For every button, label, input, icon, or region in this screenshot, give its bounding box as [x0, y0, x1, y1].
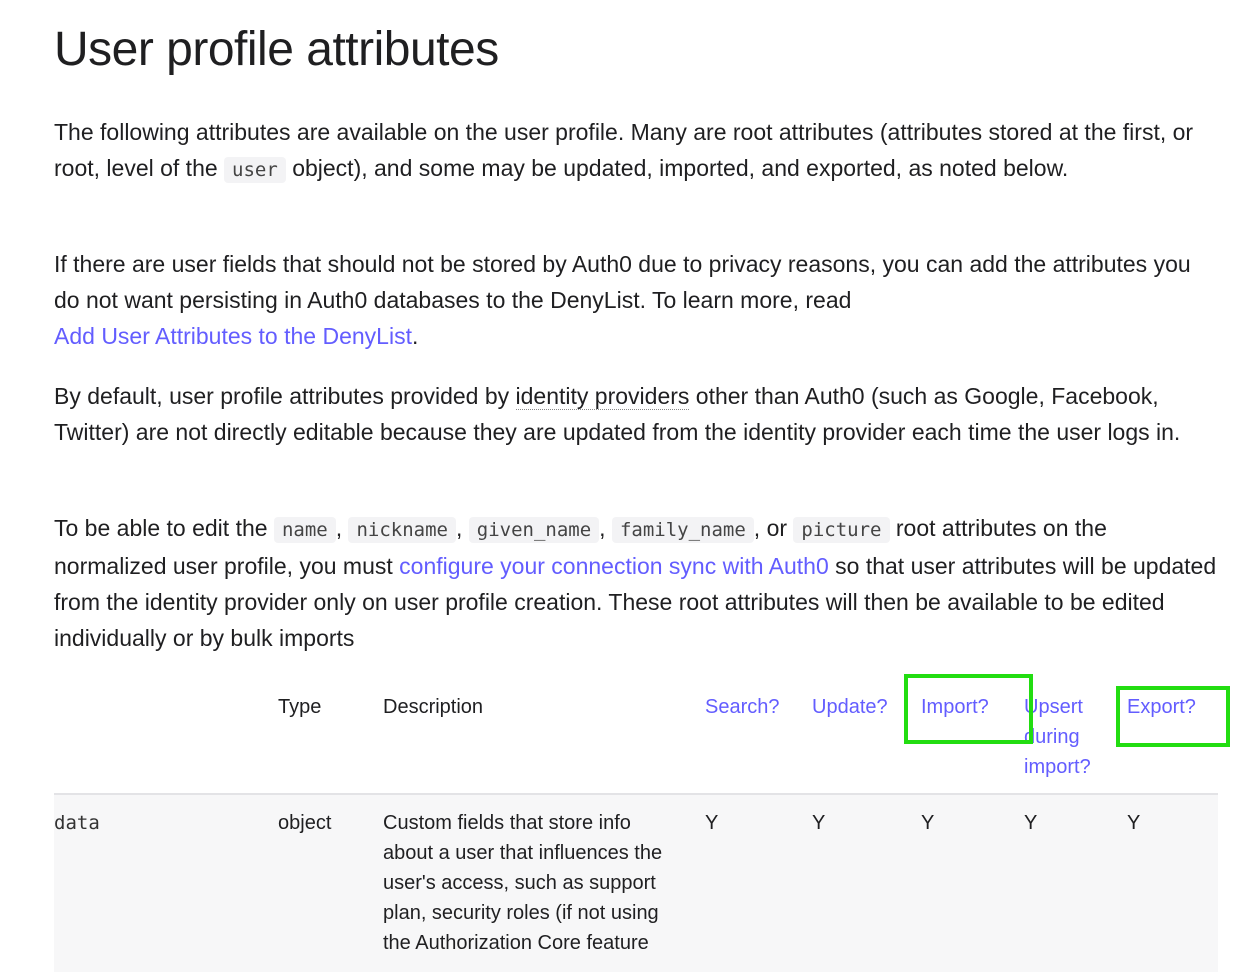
inline-code-family-name: family_name [611, 517, 754, 543]
cell-search: Y [705, 812, 719, 834]
column-header-search[interactable]: Search? [705, 692, 780, 722]
cell-attribute-name: data [54, 812, 100, 834]
inline-code-given-name: given_name [468, 517, 600, 543]
inline-code-name: name [273, 517, 336, 543]
column-header-description: Description [383, 696, 484, 718]
import-highlight-box [904, 674, 1033, 744]
denylist-paragraph: If there are user fields that should not… [54, 251, 1191, 349]
export-highlight-box [1116, 686, 1230, 747]
cell-upsert: Y [1024, 812, 1038, 834]
column-header-type: Type [278, 696, 322, 718]
column-header-upsert[interactable]: Upsert during import? [1024, 692, 1114, 782]
edit-attributes-paragraph: To be able to edit the name, nickname, g… [54, 515, 1217, 651]
connection-sync-link[interactable]: configure your connection sync with Auth… [399, 553, 829, 579]
intro-paragraph: The following attributes are available o… [54, 119, 1194, 183]
cell-update: Y [812, 812, 826, 834]
inline-code-user: user [224, 157, 286, 183]
denylist-link[interactable]: Add User Attributes to the DenyList [54, 323, 412, 349]
inline-code-picture: picture [793, 517, 890, 543]
column-header-update[interactable]: Update? [812, 692, 888, 722]
cell-import: Y [921, 812, 935, 834]
cell-export: Y [1127, 812, 1141, 834]
identity-providers-paragraph: By default, user profile attributes prov… [54, 383, 1181, 445]
inline-code-nickname: nickname [348, 517, 456, 543]
cell-description: Custom fields that store info about a us… [383, 812, 663, 954]
cell-type: object [278, 812, 332, 834]
page-title: User profile attributes [54, 23, 499, 76]
identity-providers-term[interactable]: identity providers [515, 383, 690, 410]
